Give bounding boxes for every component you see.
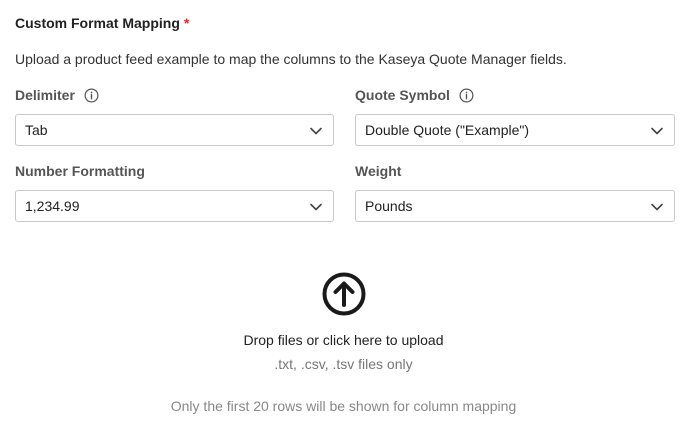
delimiter-select[interactable]: Tab <box>15 114 334 146</box>
quote-symbol-value: Double Quote ("Example") <box>365 122 530 138</box>
custom-format-mapping-panel: Custom Format Mapping * Upload a product … <box>0 0 687 440</box>
upload-prompt[interactable]: Drop files or click here to upload <box>0 332 687 348</box>
weight-select[interactable]: Pounds <box>355 190 675 222</box>
quote-symbol-label-text: Quote Symbol <box>355 87 450 103</box>
info-icon[interactable] <box>459 88 474 103</box>
number-formatting-label-text: Number Formatting <box>15 163 145 179</box>
number-formatting-select[interactable]: 1,234.99 <box>15 190 334 222</box>
weight-label: Weight <box>355 163 401 179</box>
section-description: Upload a product feed example to map the… <box>15 51 567 67</box>
weight-value: Pounds <box>365 198 413 214</box>
delimiter-label: Delimiter <box>15 87 99 103</box>
weight-label-text: Weight <box>355 163 402 179</box>
chevron-down-icon <box>310 127 322 135</box>
section-title-text: Custom Format Mapping <box>15 15 180 31</box>
info-icon[interactable] <box>84 88 99 103</box>
chevron-down-icon <box>651 127 663 135</box>
quote-symbol-select[interactable]: Double Quote ("Example") <box>355 114 675 146</box>
number-formatting-value: 1,234.99 <box>25 198 80 214</box>
number-formatting-label: Number Formatting <box>15 163 145 179</box>
upload-file-types-hint: .txt, .csv, .tsv files only <box>274 356 413 372</box>
required-marker: * <box>183 15 190 31</box>
column-mapping-note: Only the first 20 rows will be shown for… <box>170 398 517 414</box>
delimiter-label-text: Delimiter <box>15 87 75 103</box>
chevron-down-icon <box>310 203 322 211</box>
section-title: Custom Format Mapping * <box>15 15 189 31</box>
chevron-down-icon <box>651 203 663 211</box>
arrow-up-circle-icon <box>322 272 366 316</box>
file-dropzone[interactable]: Drop files or click here to upload .txt,… <box>0 262 687 392</box>
delimiter-value: Tab <box>25 122 48 138</box>
quote-symbol-label: Quote Symbol <box>355 87 474 103</box>
